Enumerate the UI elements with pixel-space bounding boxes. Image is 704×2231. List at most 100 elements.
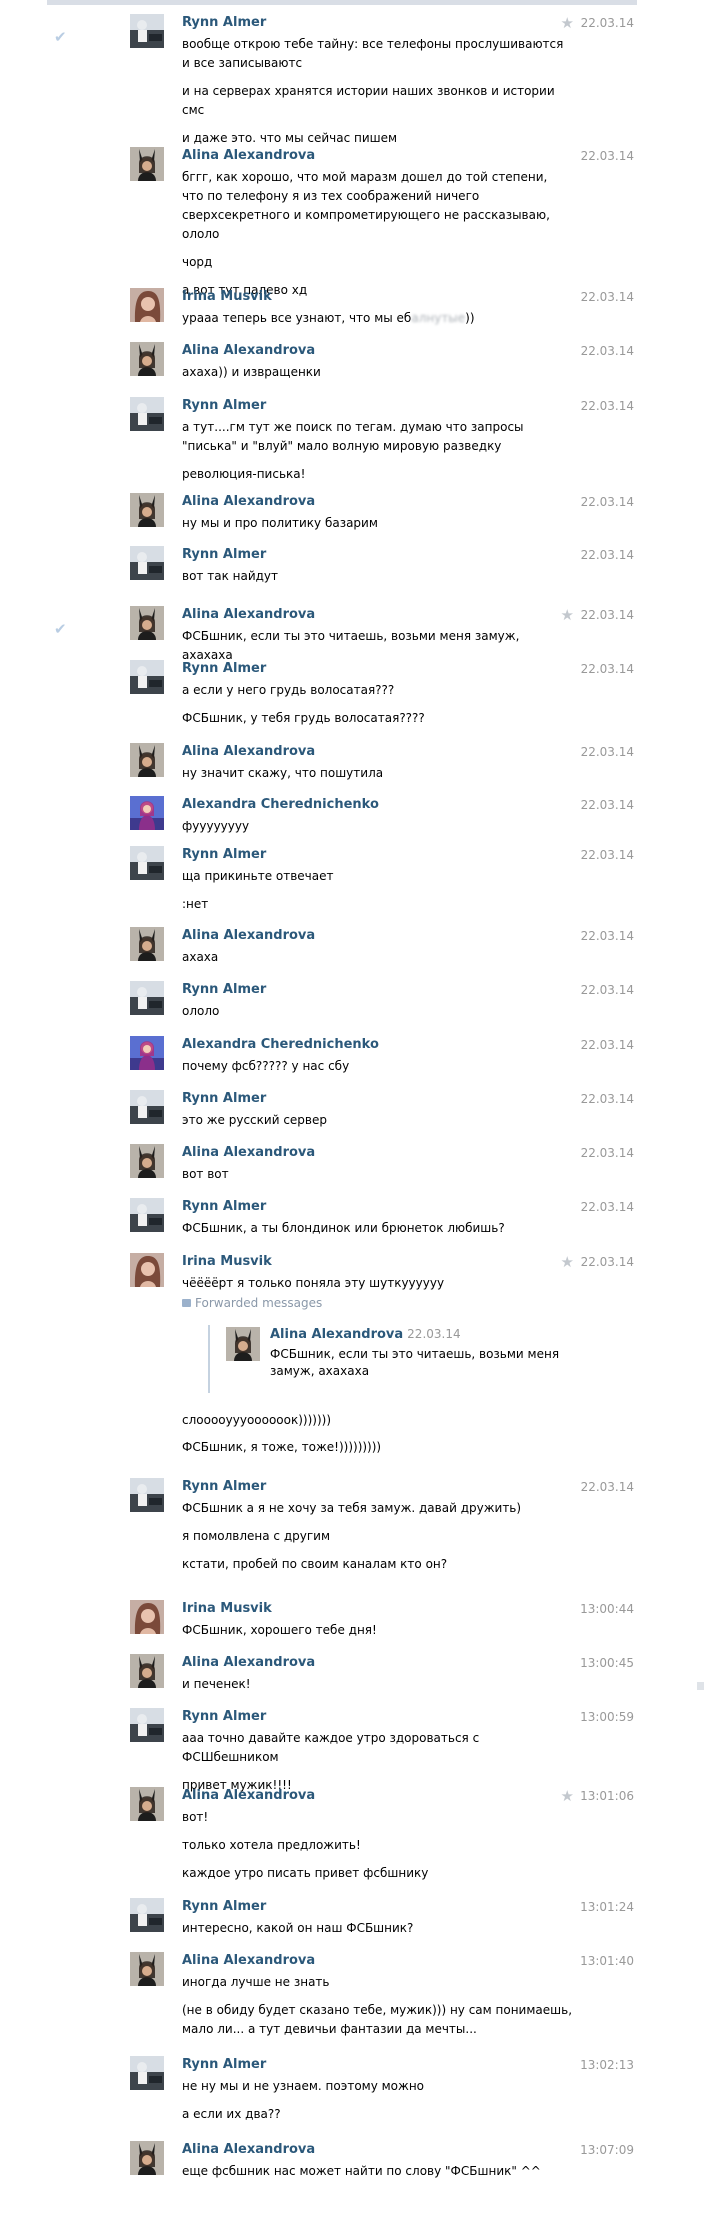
checkmark-icon[interactable]: ✔: [54, 620, 67, 638]
avatar-rynn-almer[interactable]: [130, 2056, 164, 2090]
avatar-rynn-almer[interactable]: [130, 846, 164, 880]
author-name[interactable]: Rynn Almer: [182, 546, 266, 564]
message-time[interactable]: 22.03.14: [581, 342, 634, 360]
avatar-alina-alexandrova[interactable]: [130, 606, 164, 640]
message-time[interactable]: 22.03.14: [581, 660, 634, 678]
author-name[interactable]: Alina Alexandrova: [182, 493, 315, 511]
message-time[interactable]: 22.03.14: [581, 1036, 634, 1054]
message-time[interactable]: 22.03.14: [581, 927, 634, 945]
avatar-alina-alexandrova[interactable]: [130, 743, 164, 777]
message-time[interactable]: 13:00:44: [580, 1600, 634, 1618]
avatar-rynn-almer[interactable]: [130, 1198, 164, 1232]
forwarded-messages[interactable]: Forwarded messages Alina Alexandrova 22.03…: [182, 1294, 602, 1393]
avatar-alina-alexandrova[interactable]: [130, 2141, 164, 2175]
message-time[interactable]: 13:01:06: [580, 1787, 634, 1805]
message-time[interactable]: 22.03.14: [581, 288, 634, 306]
scroll-marker[interactable]: [697, 1682, 704, 1690]
checkmark-icon[interactable]: ✔: [54, 28, 67, 46]
forwarded-author-name[interactable]: Alina Alexandrova: [270, 1327, 403, 1342]
star-icon[interactable]: ★: [561, 1253, 574, 1271]
message-time[interactable]: 22.03.14: [581, 743, 634, 761]
message-time[interactable]: 22.03.14: [581, 147, 634, 165]
message-time[interactable]: 13:00:45: [580, 1654, 634, 1672]
avatar-rynn-almer[interactable]: [130, 1898, 164, 1932]
author-name[interactable]: Alexandra Cherednichenko: [182, 1036, 379, 1054]
message-text: кстати, пробей по своим каналам кто он?: [182, 1557, 448, 1571]
author-name[interactable]: Rynn Almer: [182, 660, 266, 678]
avatar-alexandra-cherednichenko[interactable]: [130, 796, 164, 830]
avatar-alina-alexandrova[interactable]: [130, 1144, 164, 1178]
avatar-irina-musvik[interactable]: [130, 1600, 164, 1634]
author-name[interactable]: Rynn Almer: [182, 1478, 266, 1496]
author-name[interactable]: Rynn Almer: [182, 397, 266, 415]
avatar-alina-alexandrova[interactable]: [130, 342, 164, 376]
message-time[interactable]: 22.03.14: [581, 1198, 634, 1216]
author-name[interactable]: Rynn Almer: [182, 1090, 266, 1108]
avatar-irina-musvik[interactable]: [130, 288, 164, 322]
avatar-alina-alexandrova[interactable]: [130, 927, 164, 961]
forwarded-header[interactable]: Forwarded messages: [182, 1294, 602, 1316]
avatar-alina-alexandrova[interactable]: [130, 147, 164, 181]
message-time[interactable]: 22.03.14: [581, 493, 634, 511]
author-name[interactable]: Rynn Almer: [182, 1708, 266, 1726]
forwarded-message[interactable]: Alina Alexandrova 22.03.14 ФСБшник, если т…: [208, 1325, 560, 1393]
author-name[interactable]: Alina Alexandrova: [182, 342, 315, 360]
avatar-rynn-almer[interactable]: [130, 1478, 164, 1512]
message-time[interactable]: 13:01:40: [580, 1952, 634, 1970]
message-time[interactable]: 22.03.14: [581, 1144, 634, 1162]
author-name[interactable]: Alina Alexandrova: [182, 1654, 315, 1672]
message-time[interactable]: 22.03.14: [581, 1253, 634, 1271]
message-time[interactable]: 22.03.14: [581, 1090, 634, 1108]
message-time[interactable]: 22.03.14: [581, 14, 634, 32]
message-time[interactable]: 22.03.14: [581, 981, 634, 999]
message-time[interactable]: 22.03.14: [581, 606, 634, 624]
avatar-rynn-almer[interactable]: [130, 660, 164, 694]
author-name[interactable]: Alexandra Cherednichenko: [182, 796, 379, 814]
message-time[interactable]: 22.03.14: [581, 796, 634, 814]
author-name[interactable]: Alina Alexandrova: [182, 927, 315, 945]
author-name[interactable]: Rynn Almer: [182, 1198, 266, 1216]
author-name[interactable]: Alina Alexandrova: [182, 1787, 315, 1805]
avatar-rynn-almer[interactable]: [130, 1090, 164, 1124]
author-name[interactable]: Alina Alexandrova: [182, 2141, 315, 2159]
message-time[interactable]: 22.03.14: [581, 397, 634, 415]
author-name[interactable]: Rynn Almer: [182, 846, 266, 864]
avatar-rynn-almer[interactable]: [130, 546, 164, 580]
author-name[interactable]: Alina Alexandrova: [182, 743, 315, 761]
avatar-alina-alexandrova[interactable]: [130, 1952, 164, 1986]
avatar-alexandra-cherednichenko[interactable]: [130, 1036, 164, 1070]
message-time[interactable]: 13:00:59: [580, 1708, 634, 1726]
avatar-rynn-almer[interactable]: [130, 981, 164, 1015]
message-time[interactable]: 13:02:13: [580, 2056, 634, 2074]
forwarded-author[interactable]: Alina Alexandrova 22.03.14: [270, 1325, 461, 1344]
author-name[interactable]: Rynn Almer: [182, 1898, 266, 1916]
author-name[interactable]: Irina Musvik: [182, 1600, 272, 1618]
author-name[interactable]: Rynn Almer: [182, 2056, 266, 2074]
message-time[interactable]: 13:07:09: [580, 2141, 634, 2159]
star-icon[interactable]: ★: [561, 14, 574, 32]
star-icon[interactable]: ★: [561, 606, 574, 624]
author-name[interactable]: Rynn Almer: [182, 14, 266, 32]
author-name[interactable]: Rynn Almer: [182, 981, 266, 999]
avatar-alina-alexandrova[interactable]: [226, 1327, 260, 1361]
avatar-alina-alexandrova[interactable]: [130, 1787, 164, 1821]
message-time[interactable]: 13:01:24: [580, 1898, 634, 1916]
author-name[interactable]: Alina Alexandrova: [182, 1952, 315, 1970]
author-name[interactable]: Alina Alexandrova: [182, 606, 315, 624]
author-name[interactable]: Irina Musvik: [182, 1253, 272, 1271]
message-text: ща прикиньте отвечает: [182, 869, 334, 883]
message-time[interactable]: 22.03.14: [581, 1478, 634, 1496]
message-time[interactable]: 22.03.14: [581, 846, 634, 864]
avatar-rynn-almer[interactable]: [130, 1708, 164, 1742]
author-name[interactable]: Alina Alexandrova: [182, 147, 315, 165]
avatar-alina-alexandrova[interactable]: [130, 1654, 164, 1688]
avatar-rynn-almer[interactable]: [130, 397, 164, 431]
avatar-alina-alexandrova[interactable]: [130, 493, 164, 527]
author-name[interactable]: Irina Musvik: [182, 288, 272, 306]
star-icon[interactable]: ★: [561, 1787, 574, 1805]
message-time[interactable]: 22.03.14: [581, 546, 634, 564]
message-text-part: урааа теперь все узнают, что мы еб: [182, 311, 412, 325]
avatar-irina-musvik[interactable]: [130, 1253, 164, 1287]
avatar-rynn-almer[interactable]: [130, 14, 164, 48]
author-name[interactable]: Alina Alexandrova: [182, 1144, 315, 1162]
